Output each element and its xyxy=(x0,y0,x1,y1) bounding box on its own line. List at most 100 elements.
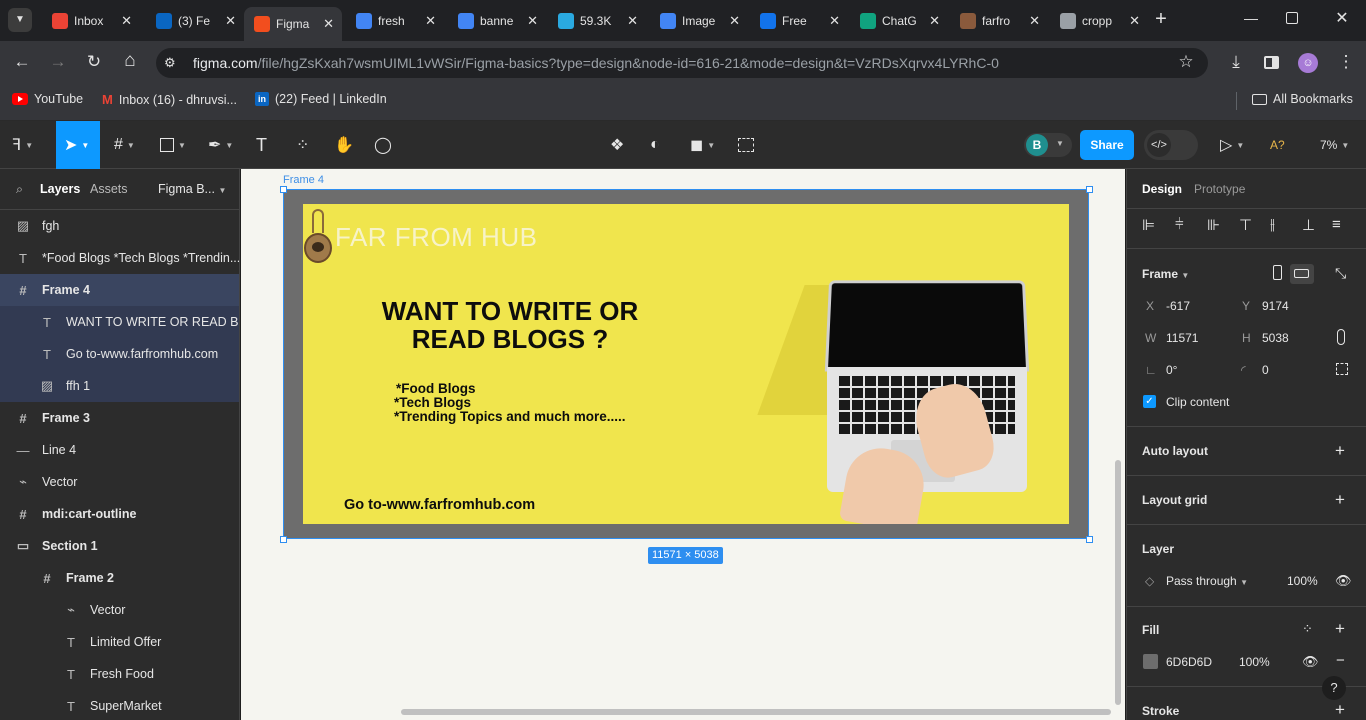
all-bookmarks-button[interactable]: All Bookmarks xyxy=(1252,92,1353,106)
close-tab-icon[interactable]: ✕ xyxy=(121,13,132,29)
corner-radius-input[interactable]: 0 xyxy=(1262,363,1269,377)
layer-row[interactable]: ▭ Section 1 xyxy=(0,530,239,562)
back-arrow-icon[interactable]: ← xyxy=(10,52,34,72)
pen-tool-button[interactable]: ✒ ▼ xyxy=(208,133,233,157)
multiplayer-avatar[interactable]: B ▼ xyxy=(1024,133,1072,157)
shape-tool-button[interactable]: ▼ xyxy=(160,133,186,157)
remove-fill-icon[interactable]: − xyxy=(1336,652,1345,669)
vertical-scrollbar[interactable] xyxy=(1115,460,1121,705)
height-input[interactable]: 5038 xyxy=(1262,331,1289,345)
tab-layers[interactable]: Layers xyxy=(40,182,80,196)
browser-tab[interactable]: Figma ✕ xyxy=(244,7,342,41)
resize-handle[interactable] xyxy=(280,536,287,543)
site-info-icon[interactable]: ⚙ xyxy=(164,55,180,71)
hand-tool-button[interactable]: ✋ xyxy=(334,133,354,157)
close-tab-icon[interactable]: ✕ xyxy=(527,13,538,29)
browser-tab[interactable]: Image ✕ xyxy=(650,8,748,33)
browser-tab[interactable]: banne ✕ xyxy=(448,8,546,33)
resize-handle[interactable] xyxy=(1086,186,1093,193)
crop-button[interactable] xyxy=(738,133,754,157)
close-tab-icon[interactable]: ✕ xyxy=(1129,13,1140,29)
align-right-icon[interactable]: ⊪ xyxy=(1207,216,1220,234)
close-tab-icon[interactable]: ✕ xyxy=(425,13,436,29)
bookmark-linkedin[interactable]: in (22) Feed | LinkedIn xyxy=(255,92,387,106)
browser-menu-icon[interactable]: ⋮ xyxy=(1334,52,1358,72)
tab-design[interactable]: Design xyxy=(1142,182,1182,196)
close-tab-icon[interactable]: ✕ xyxy=(729,13,740,29)
distribute-icon[interactable]: ≡ xyxy=(1332,216,1341,233)
browser-tab[interactable]: ChatG ✕ xyxy=(850,8,948,33)
dev-mode-toggle[interactable]: </> xyxy=(1144,130,1198,160)
layer-row[interactable]: ⌁ Vector xyxy=(0,594,239,626)
blog-banner-image[interactable]: FAR FROM HUB WANT TO WRITE OR READ BLOGS… xyxy=(303,204,1069,524)
close-tab-icon[interactable]: ✕ xyxy=(1029,13,1040,29)
frame-section-title[interactable]: Frame ▼ xyxy=(1142,267,1189,281)
tab-prototype[interactable]: Prototype xyxy=(1194,182,1245,196)
eye-icon[interactable]: 👁 xyxy=(1335,573,1352,589)
layer-row[interactable]: # Frame 4 xyxy=(0,274,239,306)
layer-row[interactable]: T Go to-www.farfromhub.com xyxy=(0,338,239,370)
text-tool-button[interactable]: T xyxy=(256,133,267,157)
layer-row[interactable]: ⌁ Vector xyxy=(0,466,239,498)
close-window-button[interactable]: ✕ xyxy=(1332,8,1352,28)
rotation-input[interactable]: 0° xyxy=(1166,363,1177,377)
close-tab-icon[interactable]: ✕ xyxy=(627,13,638,29)
fill-color-swatch[interactable] xyxy=(1143,654,1158,669)
align-bottom-icon[interactable]: ⊥ xyxy=(1302,216,1315,234)
fill-visibility-eye-icon[interactable]: 👁 xyxy=(1302,654,1319,670)
home-icon[interactable]: ⌂ xyxy=(118,50,142,72)
search-layers-icon[interactable]: ⌕ xyxy=(16,182,23,197)
x-input[interactable]: -617 xyxy=(1166,299,1190,313)
add-layout-grid-icon[interactable]: + xyxy=(1335,490,1345,510)
main-menu-button[interactable]: ꟻ ▼ xyxy=(12,133,33,157)
frame-label[interactable]: Frame 4 xyxy=(283,174,324,186)
resize-to-fit-icon[interactable]: ⤡ xyxy=(1335,265,1346,282)
layer-row[interactable]: ▨ fgh xyxy=(0,210,239,242)
layer-row[interactable]: — Line 4 xyxy=(0,434,239,466)
add-fill-icon[interactable]: + xyxy=(1335,619,1345,639)
resize-handle[interactable] xyxy=(1086,536,1093,543)
align-top-icon[interactable]: ⊤ xyxy=(1239,216,1252,234)
bookmark-youtube[interactable]: YouTube xyxy=(12,92,83,106)
add-auto-layout-icon[interactable]: + xyxy=(1335,441,1345,461)
download-icon[interactable]: ⤓ xyxy=(1224,52,1248,72)
comment-tool-button[interactable]: ◯ xyxy=(374,133,392,157)
close-tab-icon[interactable]: ✕ xyxy=(929,13,940,29)
add-stroke-icon[interactable]: + xyxy=(1335,700,1345,720)
layer-row[interactable]: # Frame 2 xyxy=(0,562,239,594)
resources-button[interactable]: ⁘ xyxy=(296,133,309,157)
tab-assets[interactable]: Assets xyxy=(90,182,128,196)
browser-tab[interactable]: cropp ✕ xyxy=(1050,8,1148,33)
layer-row[interactable]: # Frame 3 xyxy=(0,402,239,434)
clip-content-checkbox[interactable]: ✓ xyxy=(1143,395,1156,408)
page-selector[interactable]: Figma B... ▼ xyxy=(158,182,226,196)
profile-avatar[interactable]: ☺ xyxy=(1298,53,1318,73)
layer-row[interactable]: T Limited Offer xyxy=(0,626,239,658)
layer-row[interactable]: T *Food Blogs *Tech Blogs *Trendin... xyxy=(0,242,239,274)
zoom-menu[interactable]: 7% ▼ xyxy=(1320,133,1349,157)
bookmark-star-icon[interactable]: ☆ xyxy=(1174,52,1198,72)
reload-icon[interactable]: ↻ xyxy=(82,52,106,72)
close-tab-icon[interactable]: ✕ xyxy=(225,13,236,29)
mask-button[interactable]: ◐ xyxy=(650,133,660,157)
url-text[interactable]: figma.com/file/hgZsKxah7wsmUIML1vWSir/Fi… xyxy=(193,55,999,71)
forward-arrow-icon[interactable]: → xyxy=(46,52,70,72)
tab-search-button[interactable]: ▼ xyxy=(8,8,32,32)
close-tab-icon[interactable]: ✕ xyxy=(323,16,334,32)
align-vertical-center-icon[interactable]: ⫲ xyxy=(1270,216,1275,233)
frame-tool-button[interactable]: # ▼ xyxy=(114,133,135,157)
minimize-button[interactable]: — xyxy=(1240,10,1262,26)
fill-hex-input[interactable]: 6D6D6D xyxy=(1166,655,1212,669)
boolean-button[interactable]: ◼ ▼ xyxy=(690,133,715,157)
constrain-proportions-icon[interactable] xyxy=(1337,329,1345,345)
layer-opacity-input[interactable]: 100% xyxy=(1287,574,1318,588)
blend-mode-select[interactable]: Pass through ▼ xyxy=(1166,574,1248,588)
new-tab-button[interactable]: + xyxy=(1150,8,1172,30)
horizontal-scrollbar[interactable] xyxy=(401,709,1111,715)
align-horizontal-center-icon[interactable]: ⫩ xyxy=(1175,216,1184,233)
resize-handle[interactable] xyxy=(280,186,287,193)
present-button[interactable]: ▷ ▼ xyxy=(1220,133,1244,157)
browser-tab[interactable]: fresh ✕ xyxy=(346,8,444,33)
styles-grid-icon[interactable]: ⁘ xyxy=(1302,621,1313,637)
browser-tab[interactable]: 59.3K ✕ xyxy=(548,8,646,33)
